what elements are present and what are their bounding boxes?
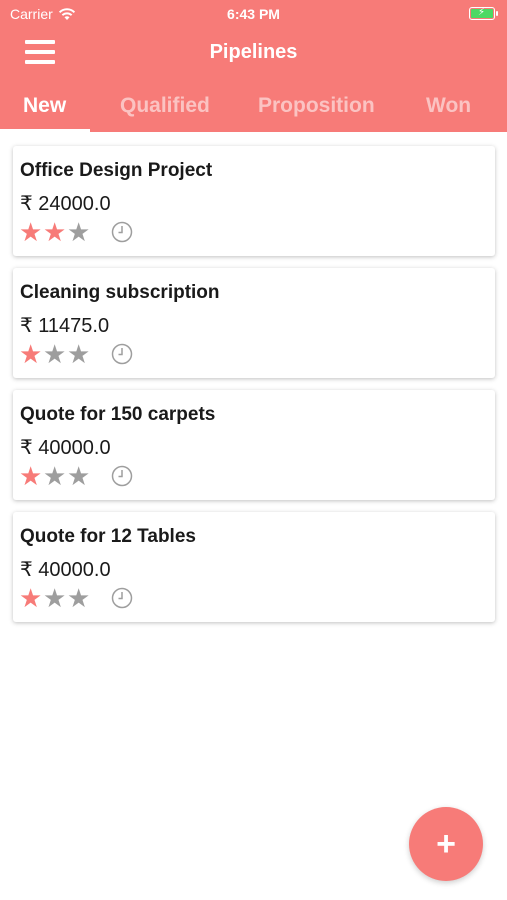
opportunity-title: Office Design Project	[20, 160, 213, 181]
opportunity-amount: ₹ 24000.0	[20, 193, 111, 215]
clock-icon[interactable]	[111, 221, 133, 243]
opportunity-card[interactable]: Quote for 150 carpets ₹ 40000.0 ★ ★ ★	[13, 390, 495, 500]
priority-stars: ★ ★ ★	[19, 585, 91, 611]
priority-stars: ★ ★ ★	[19, 341, 91, 367]
tab-proposition[interactable]: Proposition	[258, 94, 375, 118]
star-icon[interactable]: ★	[43, 585, 67, 611]
opportunity-amount: ₹ 40000.0	[20, 559, 111, 581]
opportunity-amount: ₹ 11475.0	[20, 315, 110, 337]
opportunity-card[interactable]: Cleaning subscription ₹ 11475.0 ★ ★ ★	[13, 268, 495, 378]
star-icon[interactable]: ★	[67, 341, 91, 367]
opportunity-list: Office Design Project ₹ 24000.0 ★ ★ ★ Cl…	[13, 146, 495, 634]
opportunity-card[interactable]: Office Design Project ₹ 24000.0 ★ ★ ★	[13, 146, 495, 256]
priority-stars: ★ ★ ★	[19, 463, 91, 489]
tab-new[interactable]: New	[23, 94, 66, 118]
clock-icon[interactable]	[111, 343, 133, 365]
star-icon[interactable]: ★	[43, 463, 67, 489]
star-icon[interactable]: ★	[19, 463, 43, 489]
star-icon[interactable]: ★	[43, 219, 67, 245]
add-opportunity-button[interactable]: +	[409, 807, 483, 881]
page-title: Pipelines	[209, 41, 298, 63]
battery-icon: ⚡	[469, 7, 498, 20]
navigation-bar: Pipelines	[0, 26, 507, 82]
opportunity-title: Quote for 150 carpets	[20, 404, 216, 425]
opportunity-title: Cleaning subscription	[20, 282, 220, 303]
star-icon[interactable]: ★	[67, 585, 91, 611]
status-time: 6:43 PM	[227, 6, 280, 22]
clock-icon[interactable]	[111, 465, 133, 487]
star-icon[interactable]: ★	[67, 219, 91, 245]
star-icon[interactable]: ★	[43, 341, 67, 367]
opportunity-card[interactable]: Quote for 12 Tables ₹ 40000.0 ★ ★ ★	[13, 512, 495, 622]
star-icon[interactable]: ★	[19, 585, 43, 611]
tab-won[interactable]: Won	[426, 94, 471, 118]
status-bar: Carrier 6:43 PM ⚡	[0, 0, 507, 26]
clock-icon[interactable]	[111, 587, 133, 609]
active-tab-indicator	[0, 129, 90, 132]
app-header: Carrier 6:43 PM ⚡ Pipelines New Qualifie…	[0, 0, 507, 132]
tab-qualified[interactable]: Qualified	[120, 94, 210, 118]
star-icon[interactable]: ★	[19, 219, 43, 245]
opportunity-amount: ₹ 40000.0	[20, 437, 111, 459]
pipeline-tabs: New Qualified Proposition Won	[0, 88, 507, 132]
opportunity-title: Quote for 12 Tables	[20, 526, 196, 547]
priority-stars: ★ ★ ★	[19, 219, 91, 245]
star-icon[interactable]: ★	[19, 341, 43, 367]
star-icon[interactable]: ★	[67, 463, 91, 489]
